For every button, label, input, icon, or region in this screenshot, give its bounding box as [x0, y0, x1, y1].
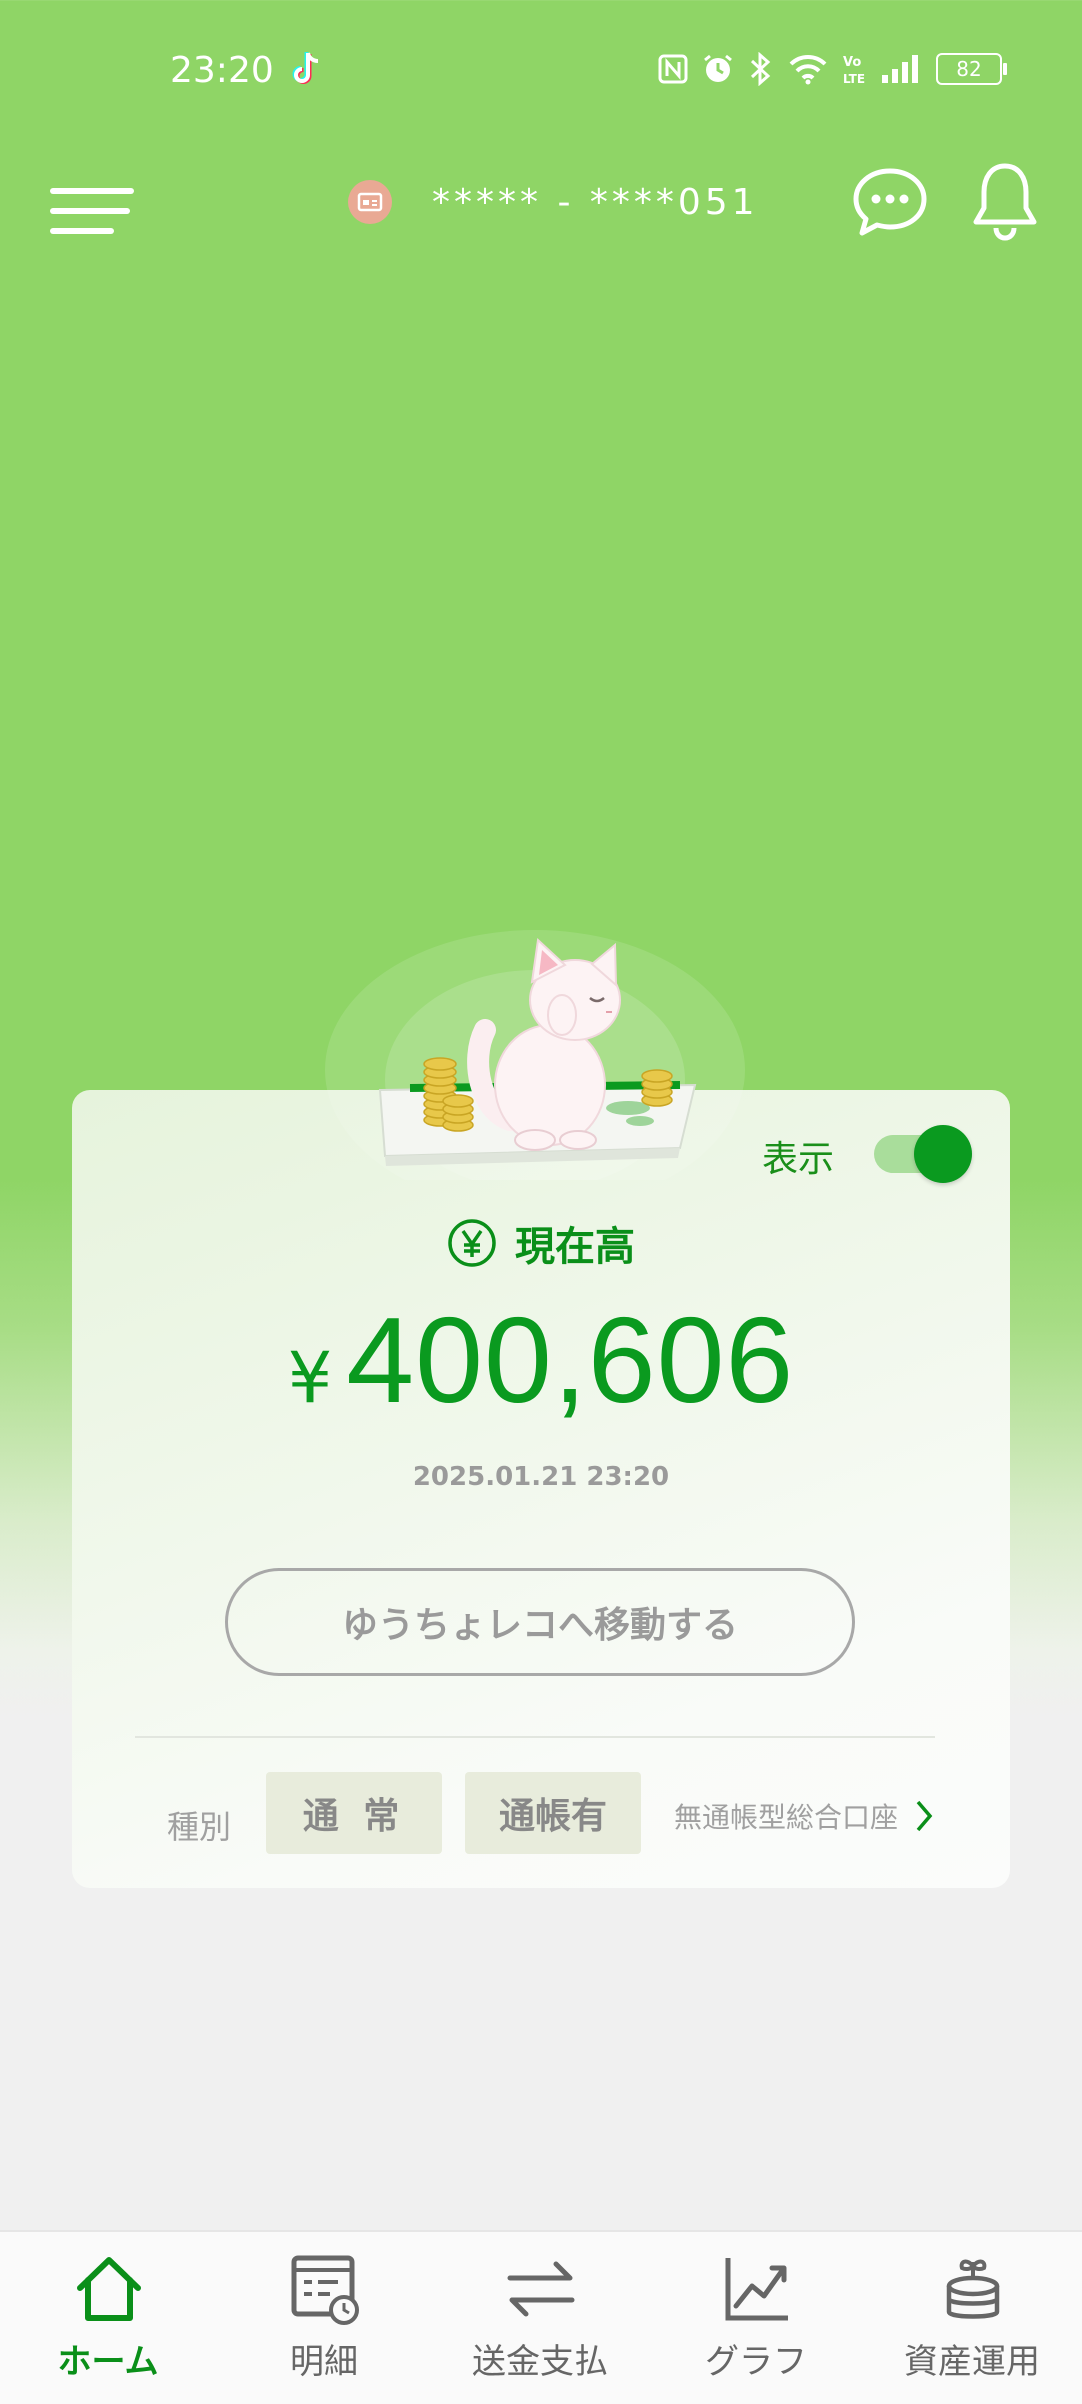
wifi-icon: [789, 54, 827, 85]
graph-icon: [725, 2258, 788, 2321]
account-card-icon: [348, 180, 392, 224]
yen-circle-icon: [448, 1219, 496, 1267]
balance-title-row: 現在高: [0, 1214, 1082, 1272]
nav-transfer[interactable]: 送金支払: [432, 2232, 648, 2404]
toggle-knob: [914, 1125, 972, 1183]
tiktok-icon: [292, 52, 319, 84]
battery-indicator: 82: [936, 53, 1007, 85]
app-header: ***** - ****051: [0, 160, 1082, 250]
nav-graph-label: グラフ: [705, 2342, 807, 2382]
move-to-yucho-reco-button[interactable]: ゆうちょレコへ移動する: [225, 1568, 855, 1676]
balance-datetime: 2025.01.21 23:20: [412, 1462, 670, 1492]
currency-symbol: ¥: [287, 1337, 333, 1419]
balance-title: 現在高: [515, 1224, 635, 1270]
bottom-navigation: ホーム 明細 送金支払 グラフ 資産運用: [0, 2230, 1082, 2404]
account-type-chip-passbook: 通帳有: [465, 1772, 641, 1854]
alarm-icon: [704, 54, 732, 82]
nav-home[interactable]: ホーム: [0, 2232, 216, 2404]
volte-icon: Vo LTE: [843, 55, 865, 86]
status-bar: 23:20 Vo LTE 82: [0, 0, 1082, 150]
svg-text:Vo: Vo: [843, 55, 861, 70]
bell-icon[interactable]: [970, 160, 1040, 244]
account-type-link[interactable]: 無通帳型総合口座: [674, 1796, 934, 1836]
account-number: ***** - ****051: [432, 181, 759, 223]
nav-asset-management-label: 資産運用: [904, 2342, 1040, 2382]
signal-icon: [882, 55, 918, 83]
menu-line: [50, 208, 130, 214]
chevron-right-icon: [916, 1800, 933, 1832]
nav-statement-label: 明細: [290, 2342, 358, 2382]
battery-level: 82: [956, 57, 982, 81]
menu-line: [50, 188, 134, 194]
account-type-chip-regular: 通 常: [266, 1772, 442, 1854]
status-icons: Vo LTE 82: [658, 52, 1007, 86]
account-type-link-label: 無通帳型総合口座: [674, 1801, 899, 1834]
mascot-cat-illustration: [325, 930, 745, 1180]
nav-home-label: ホーム: [57, 2342, 159, 2382]
display-toggle-label: 表示: [762, 1139, 835, 1180]
display-toggle[interactable]: [874, 1125, 972, 1183]
card-divider: [135, 1736, 935, 1738]
balance-amount-row: ¥ 400,606: [0, 1290, 1082, 1430]
nav-statement[interactable]: 明細: [216, 2232, 432, 2404]
menu-line: [50, 228, 114, 234]
svg-text:LTE: LTE: [843, 72, 865, 86]
menu-button[interactable]: [50, 178, 134, 238]
transfer-icon: [507, 2261, 575, 2317]
nav-asset-management[interactable]: 資産運用: [864, 2232, 1080, 2404]
nav-graph[interactable]: グラフ: [648, 2232, 864, 2404]
statement-icon: [291, 2255, 359, 2325]
balance-amount: 400,606: [346, 1292, 795, 1428]
account-type-label: 種別: [167, 1808, 232, 1846]
nav-transfer-label: 送金支払: [472, 2342, 608, 2382]
asset-management-icon: [946, 2259, 1000, 2319]
account-selector[interactable]: ***** - ****051: [348, 180, 759, 224]
bluetooth-icon: [750, 52, 771, 86]
status-time: 23:20: [170, 50, 274, 91]
chat-icon[interactable]: [852, 165, 928, 241]
home-icon: [77, 2257, 141, 2321]
nfc-icon: [658, 54, 688, 84]
